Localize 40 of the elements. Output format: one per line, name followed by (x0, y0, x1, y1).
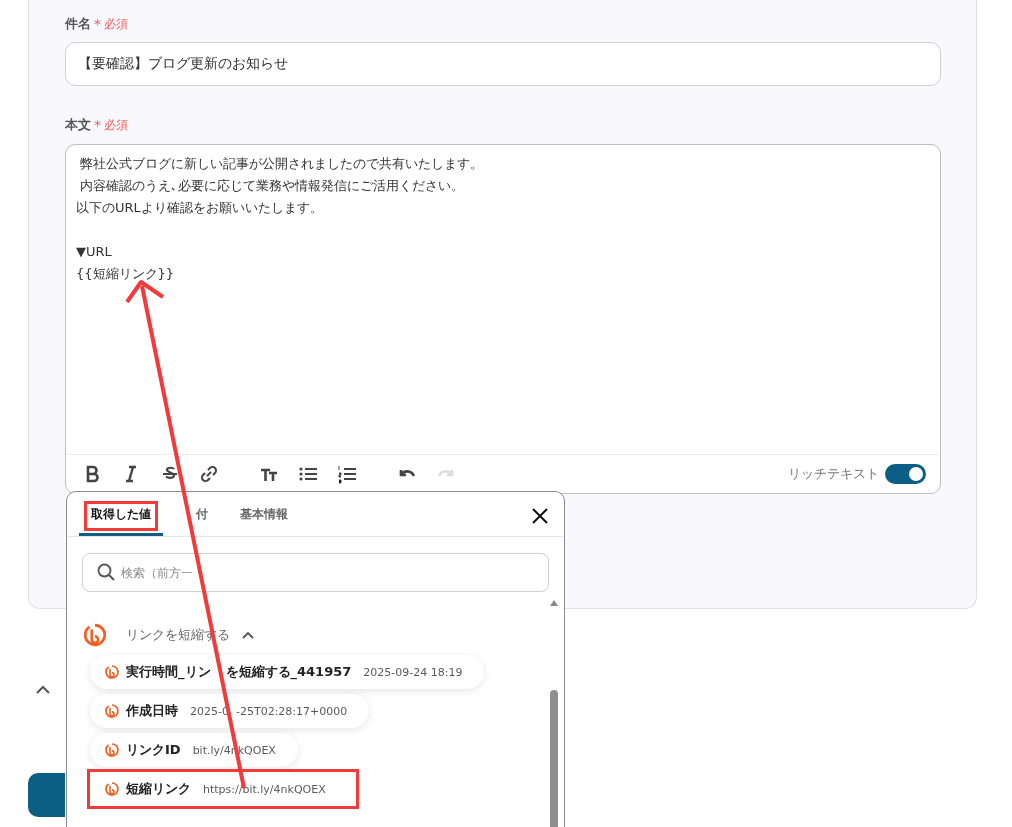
search-icon (97, 563, 115, 581)
subject-input[interactable]: 【要確認】ブログ更新のお知らせ (65, 42, 941, 86)
picker-tab[interactable]: 基本情報 (228, 496, 300, 536)
body-text-line: ▼URL (76, 243, 113, 261)
value-name: 短縮リンク (126, 780, 191, 798)
field-label: 件名 (65, 15, 91, 33)
rich-text-toggle[interactable] (885, 464, 926, 484)
body-text-line: {{短縮リンク}} (76, 265, 176, 283)
picker-tab[interactable]: 付 (171, 496, 220, 536)
required-label: 必須 (104, 15, 128, 33)
circle-logo-icon (104, 664, 120, 680)
value-name: リンクID (126, 741, 181, 759)
circle-logo-icon (104, 781, 120, 797)
body-editor[interactable]: 弊社公式ブログに新しい記事が公開されましたので共有いたします。 内容確認のうえ､必要に応じて業務や情報発信にご活用ください。 以下のURLより確認をお願いいたします。 ▼URL {{短縮リンク}} リッチテキスト (65, 144, 941, 494)
required-label: 必須 (104, 116, 128, 134)
value-preview: https://bit.ly/4nkQOEX (203, 782, 326, 796)
chevron-up-icon[interactable] (36, 685, 50, 694)
toggle-label: リッチテキスト (788, 465, 879, 483)
circle-logo-icon (104, 703, 120, 719)
primary-button[interactable] (28, 773, 65, 817)
circle-logo-icon (82, 622, 108, 648)
picker-tab[interactable]: 取得した値 (79, 496, 163, 536)
value-name: 作成日時 (126, 702, 178, 720)
value-name: 実行時間_リン (126, 663, 211, 681)
body-text-line: 弊社公式ブログに新しい記事が公開されましたので共有いたします。 (79, 155, 485, 173)
numbers-icon[interactable] (337, 464, 357, 484)
required-asterisk: * (94, 117, 101, 133)
close-icon[interactable] (532, 508, 548, 524)
value-preview: 2025-09-24 18:19 (363, 665, 463, 679)
value-chip[interactable]: 実行時間_リン を短縮する_441957 2025-09-24 18:19 (90, 655, 485, 689)
search-field[interactable]: 検索（前方一 (82, 553, 549, 592)
field-label: 本文 (65, 116, 91, 134)
body-text-line: 以下のURLより確認をお願いいたします。 (76, 199, 324, 217)
value-name: を短縮する_441957 (225, 663, 352, 681)
link-icon[interactable] (199, 464, 219, 484)
circle-logo-icon (104, 742, 120, 758)
required-asterisk: * (94, 16, 101, 32)
body-text-line: 内容確認のうえ､必要に応じて業務や情報発信にご活用ください。 (79, 177, 466, 195)
value-preview: -25T02:28:17+0000 (235, 704, 348, 718)
chevron-up-icon[interactable] (242, 631, 254, 639)
